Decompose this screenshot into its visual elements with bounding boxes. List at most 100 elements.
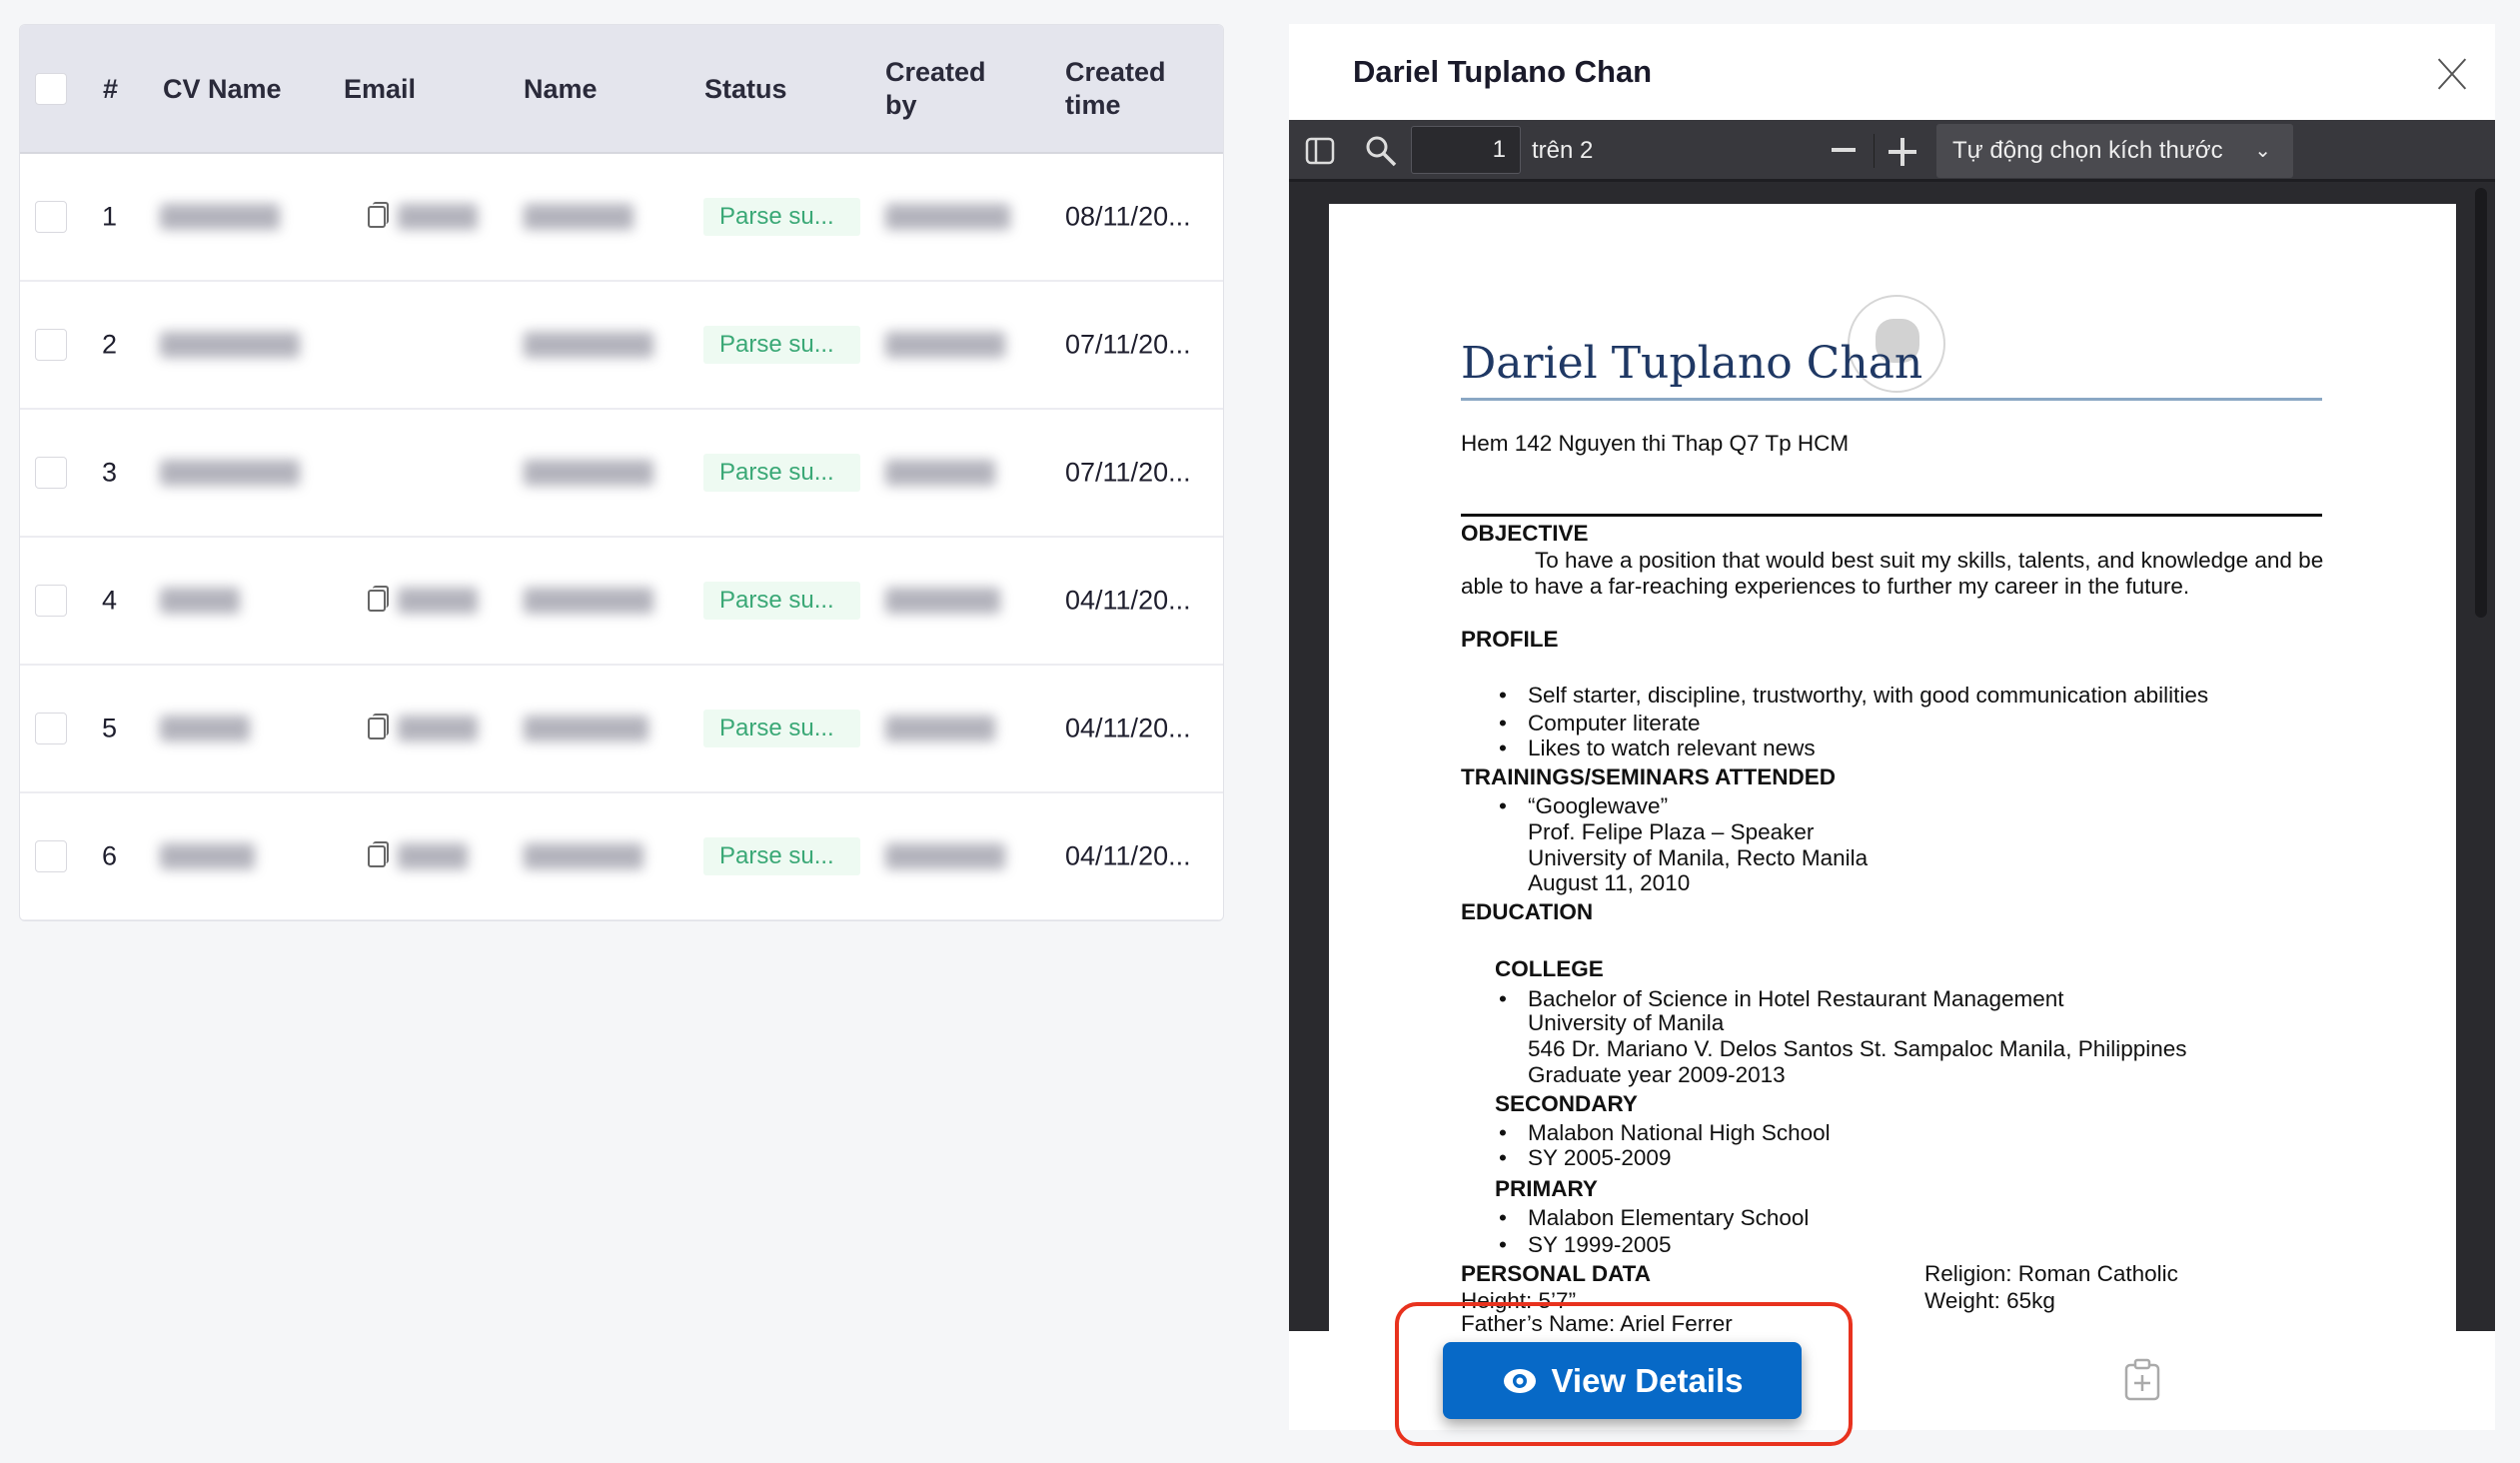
status-badge: Parse su... [703, 582, 860, 620]
status-badge: Parse su... [703, 837, 860, 875]
col-name[interactable]: Name [524, 73, 598, 106]
objective-heading: OBJECTIVE [1461, 521, 1589, 546]
religion: Religion: Roman Catholic [1924, 1261, 2178, 1286]
status-badge: Parse su... [703, 454, 860, 492]
highlight-annotation [1395, 1302, 1853, 1446]
profile-item: Likes to watch relevant news [1499, 735, 1816, 761]
created-time: 04/11/20... [1065, 585, 1191, 616]
created-by-redacted [885, 716, 995, 741]
personal-heading: PERSONAL DATA [1461, 1261, 1652, 1286]
objective-line: To have a position that would best suit … [1535, 548, 2324, 573]
col-created-time[interactable]: Created time [1065, 56, 1166, 122]
table-row[interactable]: 1 Parse su... 08/11/20... [20, 154, 1223, 282]
copy-icon[interactable] [368, 714, 389, 739]
secondary-item: SY 2005-2009 [1499, 1145, 1672, 1171]
row-index: 6 [102, 840, 118, 871]
zoom-out-icon[interactable] [1832, 148, 1856, 152]
chevron-down-icon: ⌄ [2254, 140, 2271, 162]
college-line: Graduate year 2009-2013 [1528, 1062, 1786, 1087]
email-redacted [398, 204, 478, 230]
table-row[interactable]: 2 Parse su... 07/11/20... [20, 282, 1223, 410]
zoom-select[interactable]: Tự động chọn kích thước ⌄ [1936, 124, 2293, 178]
copy-icon[interactable] [368, 202, 389, 228]
cv-preview-panel: Dariel Tuplano Chan trên 2 Tự động chọn … [1289, 24, 2495, 1430]
primary-item: SY 1999-2005 [1499, 1232, 1672, 1258]
created-by-redacted [885, 332, 1005, 358]
copy-icon[interactable] [368, 841, 389, 867]
col-created-by-l1: Created [885, 57, 986, 87]
col-created-time-l1: Created [1065, 57, 1166, 87]
primary-item: Malabon Elementary School [1499, 1205, 1809, 1231]
zoom-in-icon[interactable] [1889, 138, 1916, 166]
col-status[interactable]: Status [704, 73, 787, 106]
cv-name-redacted [160, 716, 250, 741]
col-created-by[interactable]: Created by [885, 56, 986, 122]
table-row[interactable]: 4 Parse su... 04/11/20... [20, 538, 1223, 666]
table-row[interactable]: 6 Parse su... 04/11/20... [20, 793, 1223, 920]
college-heading: COLLEGE [1495, 956, 1604, 981]
table-row[interactable]: 3 Parse su... 07/11/20... [20, 410, 1223, 538]
col-index: # [103, 74, 119, 104]
row-checkbox[interactable] [35, 713, 67, 744]
col-email[interactable]: Email [344, 73, 416, 106]
zoom-select-value: Tự động chọn kích thước [1952, 137, 2223, 164]
status-badge: Parse su... [703, 198, 860, 236]
created-time: 04/11/20... [1065, 840, 1191, 871]
col-cv-name[interactable]: CV Name [163, 73, 282, 106]
email-redacted [398, 716, 478, 741]
profile-item: Computer literate [1499, 711, 1701, 736]
created-time: 07/11/20... [1065, 329, 1191, 360]
training-item: “Googlewave” [1499, 793, 1668, 819]
education-heading: EDUCATION [1461, 899, 1594, 924]
cv-name: Dariel Tuplano Chan [1461, 338, 1923, 389]
scrollbar[interactable] [2475, 188, 2487, 618]
row-index: 2 [102, 329, 118, 360]
college-line: 546 Dr. Mariano V. Delos Santos St. Samp… [1528, 1036, 2187, 1061]
created-by-redacted [885, 843, 1005, 869]
page-total: trên 2 [1532, 137, 1594, 164]
cv-table: # CV Name Email Name Status Created by Cr… [19, 24, 1224, 921]
cv-name-redacted [160, 460, 300, 486]
weight: Weight: 65kg [1924, 1288, 2055, 1313]
objective-line: able to have a far-reaching experiences … [1461, 574, 2190, 599]
close-icon[interactable] [2436, 58, 2468, 90]
pdf-viewport[interactable]: Dariel Tuplano Chan Hem 142 Nguyen thi T… [1289, 182, 2495, 1331]
training-line: August 11, 2010 [1528, 870, 1691, 895]
row-checkbox[interactable] [35, 329, 67, 361]
sidebar-toggle-icon[interactable] [1305, 137, 1335, 165]
section-rule [1461, 514, 2322, 517]
name-redacted [524, 588, 653, 614]
clipboard-add-icon[interactable] [2123, 1357, 2161, 1403]
row-index: 1 [102, 201, 118, 232]
email-redacted [398, 843, 468, 869]
primary-heading: PRIMARY [1495, 1176, 1598, 1201]
toolbar-divider [1874, 134, 1875, 168]
row-checkbox[interactable] [35, 585, 67, 617]
page-number-input[interactable] [1411, 126, 1521, 174]
secondary-item: Malabon National High School [1499, 1120, 1831, 1146]
panel-title: Dariel Tuplano Chan [1353, 54, 1653, 89]
created-by-redacted [885, 460, 995, 486]
name-redacted [524, 204, 633, 230]
table-row[interactable]: 5 Parse su... 04/11/20... [20, 666, 1223, 793]
created-time: 04/11/20... [1065, 713, 1191, 743]
search-icon[interactable] [1364, 134, 1398, 168]
created-by-redacted [885, 588, 1000, 614]
pdf-toolbar: trên 2 Tự động chọn kích thước ⌄ [1289, 120, 2495, 182]
name-redacted [524, 332, 653, 358]
college-item: Bachelor of Science in Hotel Restaurant … [1499, 986, 2064, 1012]
cv-name-redacted [160, 588, 240, 614]
created-time: 08/11/20... [1065, 201, 1191, 232]
row-checkbox[interactable] [35, 457, 67, 489]
cv-name-redacted [160, 843, 255, 869]
row-checkbox[interactable] [35, 201, 67, 233]
copy-icon[interactable] [368, 586, 389, 612]
row-checkbox[interactable] [35, 840, 67, 872]
name-redacted [524, 843, 643, 869]
col-created-time-l2: time [1065, 90, 1121, 120]
secondary-heading: SECONDARY [1495, 1091, 1638, 1116]
row-index: 4 [102, 585, 118, 616]
status-badge: Parse su... [703, 326, 860, 364]
select-all-checkbox[interactable] [35, 73, 67, 105]
cv-name-redacted [160, 204, 280, 230]
